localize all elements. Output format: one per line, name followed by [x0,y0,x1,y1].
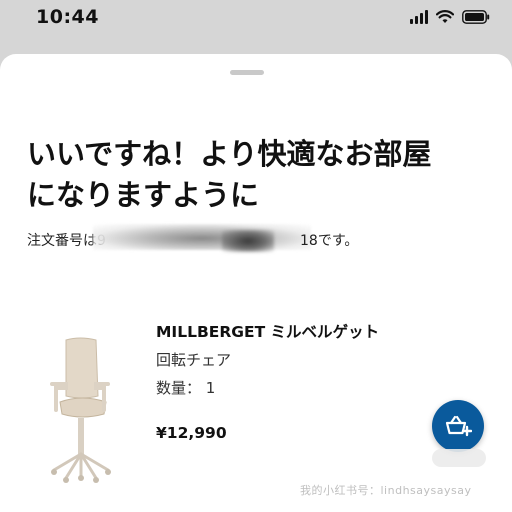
status-bar: 10:44 [0,0,512,40]
sheet-grabber[interactable] [230,70,264,75]
product-name[interactable]: MILLBERGET ミルベルゲット [156,320,379,342]
status-time: 10:44 [36,6,99,28]
watermark-text: 我的小红书号：lindhsaysaysay [300,484,472,497]
title-line-1: いいですね！より快適なお部屋 [27,137,432,171]
swivel-chair-image [44,336,116,488]
battery-icon [462,10,490,24]
redaction-smudge [222,230,274,252]
status-icons [410,10,490,24]
wifi-icon [436,10,454,24]
page-title: いいですね！より快適なお部屋 になりますように [27,134,497,216]
product-quantity: 数量： 1 [156,379,216,397]
product-type: 回転チェア [156,351,232,369]
order-number-suffix: 18です。 [300,233,359,249]
add-to-basket-button[interactable] [432,400,484,452]
basket-add-icon [445,415,472,437]
cellular-signal-icon [410,10,428,24]
bottom-sheet: いいですね！より快適なお部屋 になりますように 注文番号は9 18です。 MIL… [0,54,512,512]
redacted-order-number [93,224,311,250]
product-price: ¥12,990 [156,424,227,442]
title-line-2: になりますように [27,178,260,212]
home-pill [432,449,486,467]
